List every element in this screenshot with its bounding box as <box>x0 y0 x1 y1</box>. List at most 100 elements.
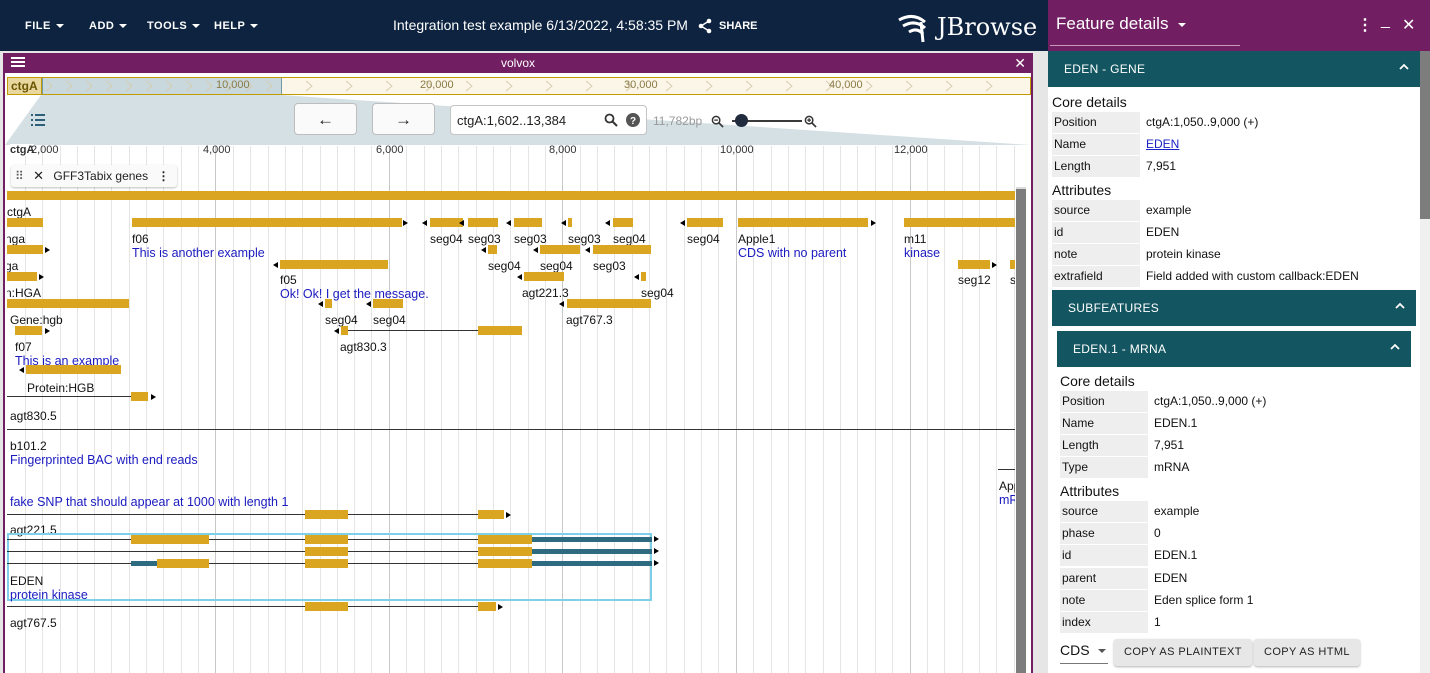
feature-label: f05 <box>280 273 297 287</box>
track-canvas[interactable]: ctgA nga f06 seg04 seg03 seg03 seg03 seg… <box>7 185 1015 673</box>
panel-scrollbar-thumb[interactable] <box>1420 51 1430 219</box>
location-search-input[interactable]: ctgA:1,602..13,384 ? <box>450 105 647 135</box>
track-selector-icon[interactable] <box>31 114 45 126</box>
utr-glyph[interactable] <box>131 561 157 566</box>
feature-glyph[interactable] <box>641 272 646 281</box>
track-scrollbar[interactable] <box>1016 187 1026 673</box>
feature-line[interactable] <box>998 469 1015 470</box>
detail-value: 0 <box>1154 526 1161 540</box>
feature-glyph[interactable] <box>341 326 348 335</box>
add-menu-button[interactable]: ADD <box>89 20 128 32</box>
feature-glyph[interactable] <box>26 365 121 374</box>
feature-glyph[interactable] <box>157 559 209 568</box>
copy-html-button[interactable]: COPY AS HTML <box>1254 639 1360 666</box>
feature-glyph[interactable] <box>958 260 990 269</box>
tools-menu-button[interactable]: TOOLS <box>147 20 201 32</box>
feature-glyph[interactable] <box>687 218 723 227</box>
feature-line[interactable] <box>7 429 1015 430</box>
feature-label: seg03 <box>568 232 601 246</box>
feature-glyph[interactable] <box>305 510 348 519</box>
close-icon[interactable]: ✕ <box>1402 15 1415 35</box>
zoom-slider-thumb[interactable] <box>735 114 748 127</box>
feature-glyph[interactable] <box>15 326 42 335</box>
feature-glyph[interactable] <box>305 559 348 568</box>
zoom-in-icon[interactable] <box>804 115 817 128</box>
feature-glyph[interactable] <box>280 260 388 269</box>
feature-label: seg04 <box>641 286 674 300</box>
gene-accordion-title: EDEN - GENE <box>1064 62 1146 76</box>
panel-title[interactable]: Feature details <box>1056 14 1187 34</box>
attributes-heading: Attributes <box>1052 182 1112 198</box>
feature-glyph[interactable] <box>738 218 868 227</box>
feature-glyph[interactable] <box>305 547 348 556</box>
overview-scalebar[interactable]: ctgA 10,000 20,000 30,000 40,000 <box>7 77 1031 95</box>
chevron-down-icon <box>119 24 128 29</box>
feature-glyph[interactable] <box>7 299 129 308</box>
feature-glyph[interactable] <box>524 272 564 281</box>
close-icon[interactable]: ✕ <box>1014 55 1026 72</box>
utr-glyph[interactable] <box>532 561 652 566</box>
feature-glyph[interactable] <box>478 510 504 519</box>
search-icon[interactable] <box>604 113 619 127</box>
feature-glyph[interactable] <box>593 245 651 254</box>
jbrowse-logo-icon <box>898 15 927 43</box>
more-vert-icon[interactable]: ⋮ <box>1357 15 1373 35</box>
feature-glyph[interactable] <box>131 535 209 544</box>
feature-glyph[interactable] <box>325 299 332 308</box>
track-label[interactable]: ⠿ ✕ GFF3Tabix genes ⋮ <box>11 165 178 187</box>
app-bar: FILE ADD TOOLS HELP Integration test exa… <box>0 0 1048 51</box>
help-icon[interactable]: ? <box>626 113 640 127</box>
feature-glyph[interactable] <box>7 191 1015 200</box>
feature-glyph[interactable] <box>305 602 348 611</box>
scroll-forward-button[interactable]: → <box>372 103 435 135</box>
name-link[interactable]: EDEN <box>1146 137 1179 151</box>
feature-glyph[interactable] <box>1010 260 1015 269</box>
feature-glyph[interactable] <box>613 218 633 227</box>
detail-key: parent <box>1060 568 1148 589</box>
feature-glyph[interactable] <box>373 299 403 308</box>
file-menu-button[interactable]: FILE <box>25 20 64 32</box>
scroll-back-button[interactable]: ← <box>294 103 357 135</box>
feature-glyph[interactable] <box>7 272 37 281</box>
subfeatures-accordion-header[interactable]: SUBFEATURES <box>1052 290 1416 326</box>
feature-glyph[interactable] <box>478 602 496 611</box>
panel-scrollbar[interactable] <box>1420 51 1430 673</box>
detail-key: note <box>1052 244 1140 265</box>
minimize-icon[interactable]: _ <box>1381 12 1390 30</box>
close-icon[interactable]: ✕ <box>33 168 44 183</box>
mrna-accordion-header[interactable]: EDEN.1 - MRNA <box>1057 331 1411 367</box>
feature-description: Ok! Ok! I get the message. <box>280 287 429 301</box>
copy-plaintext-button[interactable]: COPY AS PLAINTEXT <box>1114 639 1252 666</box>
feature-glyph[interactable] <box>514 218 542 227</box>
feature-glyph[interactable] <box>488 245 497 254</box>
more-vert-icon[interactable]: ⋮ <box>157 169 169 183</box>
strand-arrow <box>605 220 610 226</box>
feature-glyph[interactable] <box>904 218 1015 227</box>
feature-glyph[interactable] <box>540 245 580 254</box>
feature-glyph[interactable] <box>478 547 532 556</box>
share-button[interactable]: SHARE <box>697 18 758 34</box>
strand-arrow <box>561 220 566 226</box>
feature-label: se <box>1010 273 1015 287</box>
feature-glyph[interactable] <box>132 218 402 227</box>
help-menu-button[interactable]: HELP <box>214 20 259 32</box>
feature-glyph[interactable] <box>568 218 572 227</box>
feature-glyph[interactable] <box>7 218 43 227</box>
sequence-type-select[interactable]: CDS <box>1060 642 1108 664</box>
gene-accordion-header[interactable]: EDEN - GENE <box>1048 51 1420 87</box>
feature-glyph[interactable] <box>567 299 651 308</box>
strand-arrow <box>334 328 339 334</box>
feature-glyph[interactable] <box>305 535 348 544</box>
track-scrollbar-thumb[interactable] <box>1016 189 1026 673</box>
feature-glyph[interactable] <box>7 245 43 254</box>
feature-glyph[interactable] <box>478 326 522 335</box>
feature-glyph[interactable] <box>131 392 148 401</box>
drag-handle-icon[interactable]: ⠿ <box>15 169 24 183</box>
feature-glyph[interactable] <box>478 535 532 544</box>
feature-description: fake SNP that should appear at 1000 with… <box>10 495 289 509</box>
feature-glyph[interactable] <box>478 559 532 568</box>
utr-glyph[interactable] <box>532 549 652 554</box>
feature-glyph[interactable] <box>468 218 498 227</box>
zoom-out-icon[interactable] <box>711 115 724 128</box>
utr-glyph[interactable] <box>532 537 652 542</box>
